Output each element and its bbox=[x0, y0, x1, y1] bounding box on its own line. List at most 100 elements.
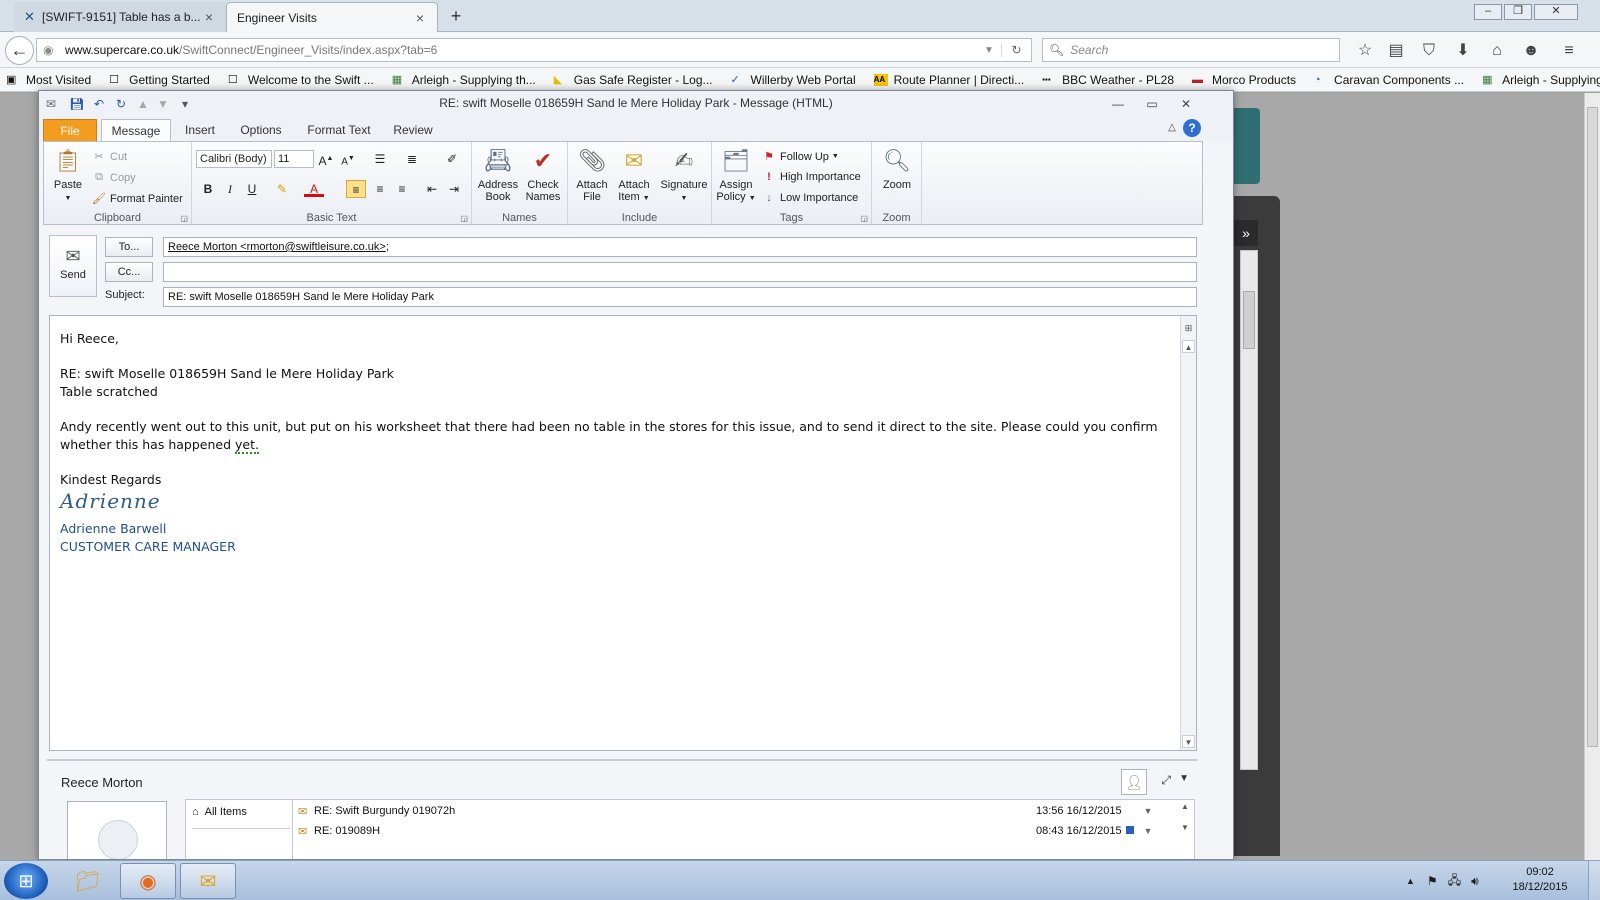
all-items-nav[interactable]: ⌂ All Items bbox=[192, 806, 247, 818]
bookmark-willerby[interactable]: ✓ Willerby Web Portal bbox=[731, 73, 856, 87]
grow-font-icon[interactable]: A▲ bbox=[316, 150, 336, 168]
spelling-flagged-word[interactable]: yet. bbox=[234, 437, 259, 454]
paste-button[interactable]: 📋︎ Paste ▼ bbox=[48, 146, 88, 205]
font-color-icon[interactable]: A bbox=[304, 180, 324, 197]
close-tab-icon[interactable]: × bbox=[413, 10, 427, 26]
page-collapse-icon[interactable]: » bbox=[1234, 220, 1258, 246]
scroll-thumb[interactable] bbox=[1587, 107, 1598, 747]
attach-item-button[interactable]: ✉︎ Attach Item ▼ bbox=[612, 146, 656, 205]
browser-tab-swift[interactable]: ✕ [SWIFT-9151] Table has a b... × bbox=[14, 2, 226, 32]
italic-button[interactable]: I bbox=[220, 180, 240, 198]
underline-button[interactable]: U bbox=[242, 180, 262, 198]
bookmark-most-visited[interactable]: ▣ Most Visited bbox=[6, 73, 91, 87]
close-message-button[interactable]: ✕ bbox=[1173, 95, 1199, 113]
signature-button[interactable]: ✍︎ Signature ▼ bbox=[658, 146, 710, 205]
chevron-down-icon[interactable]: ▼ bbox=[1179, 773, 1189, 784]
ruler-toggle-icon[interactable]: ⊞ bbox=[1182, 322, 1195, 335]
bookmark-caravan-components[interactable]: ◔ Caravan Components ... bbox=[1314, 73, 1464, 87]
low-importance-button[interactable]: ↓ Low Importance bbox=[762, 192, 858, 204]
check-names-button[interactable]: ✔︎ Check Names bbox=[522, 146, 564, 203]
download-icon[interactable]: ⬇ bbox=[1452, 40, 1474, 62]
recipient-chip[interactable]: Reece Morton <rmorton@swiftleisure.co.uk… bbox=[168, 241, 386, 253]
chevron-down-icon[interactable]: ▼ bbox=[1142, 826, 1154, 836]
numbering-icon[interactable]: ≣ bbox=[402, 150, 422, 168]
pocket-icon[interactable]: ⛉ bbox=[1418, 40, 1440, 62]
scroll-thumb[interactable] bbox=[1243, 291, 1255, 349]
browser-tab-engineer-visits[interactable]: Engineer Visits × bbox=[226, 2, 438, 32]
align-center-icon[interactable]: ≡ bbox=[370, 180, 390, 198]
new-tab-button[interactable]: + bbox=[446, 6, 466, 26]
tab-file[interactable]: File bbox=[43, 119, 97, 141]
volume-icon[interactable]: 🔊︎ bbox=[1471, 874, 1479, 889]
clear-formatting-icon[interactable]: ✐ bbox=[442, 150, 462, 168]
close-browser-button[interactable]: ✕ bbox=[1534, 4, 1578, 20]
network-icon[interactable]: 🖧︎ bbox=[1448, 871, 1461, 892]
font-name-combo[interactable]: Calibri (Body) bbox=[196, 150, 272, 168]
bookmark-gas-safe[interactable]: ◣ Gas Safe Register - Log... bbox=[554, 73, 713, 87]
explorer-taskbar-icon[interactable]: 📁︎ bbox=[60, 863, 116, 899]
tab-review[interactable]: Review bbox=[385, 119, 441, 141]
url-bar[interactable]: ◉ www.supercare.co.uk /SwiftConnect/Engi… bbox=[36, 38, 1032, 62]
chevron-down-icon[interactable]: ▼ bbox=[1142, 806, 1154, 816]
subject-field[interactable]: RE: swift Moselle 018659H Sand le Mere H… bbox=[163, 287, 1197, 307]
increase-indent-icon[interactable]: ⇥ bbox=[444, 180, 464, 198]
bookmark-arleigh-2[interactable]: ▦ Arleigh - Supplying th... bbox=[1482, 73, 1600, 87]
bookmark-welcome-swift[interactable]: ☐ Welcome to the Swift ... bbox=[228, 73, 374, 87]
help-icon[interactable]: ? bbox=[1183, 119, 1201, 137]
highlight-icon[interactable]: ✎ bbox=[272, 180, 292, 198]
start-button[interactable]: ⊞ bbox=[4, 863, 48, 899]
assign-policy-button[interactable]: 🗂︎ Assign Policy ▼ bbox=[714, 146, 758, 205]
close-tab-icon[interactable]: × bbox=[202, 9, 216, 25]
page-scrollbar[interactable] bbox=[1584, 93, 1600, 860]
cc-field[interactable] bbox=[163, 262, 1197, 282]
taskbar-clock[interactable]: 09:02 18/12/2015 bbox=[1502, 865, 1578, 895]
shrink-font-icon[interactable]: A▼ bbox=[338, 150, 358, 168]
contact-avatar-icon[interactable]: 👤︎ bbox=[1121, 769, 1147, 795]
page-inner-scrollbar[interactable] bbox=[1240, 250, 1258, 770]
expand-people-pane-icon[interactable]: ⤢ bbox=[1161, 773, 1171, 788]
address-book-button[interactable]: 📇︎ Address Book bbox=[476, 146, 520, 203]
reload-icon[interactable]: ↻ bbox=[1001, 43, 1031, 57]
font-size-combo[interactable]: 11 bbox=[274, 150, 314, 168]
outlook-taskbar-icon[interactable]: ✉ bbox=[180, 863, 236, 899]
show-desktop-button[interactable] bbox=[1588, 861, 1600, 900]
cut-button[interactable]: ✂ Cut bbox=[92, 150, 127, 164]
scroll-up-icon[interactable]: ▲ bbox=[1182, 340, 1195, 353]
tab-format-text[interactable]: Format Text bbox=[301, 119, 377, 141]
align-left-icon[interactable]: ≡ bbox=[346, 180, 366, 198]
follow-up-button[interactable]: ⚑ Follow Up ▼ bbox=[762, 150, 839, 164]
align-right-icon[interactable]: ≡ bbox=[392, 180, 412, 198]
message-body-editor[interactable]: Hi Reece, RE: swift Moselle 018659H Sand… bbox=[49, 315, 1197, 751]
url-dropdown-icon[interactable]: ▼ bbox=[977, 45, 1001, 56]
activity-list-scrollbar[interactable]: ▲ ▼ bbox=[1178, 802, 1192, 859]
bookmark-getting-started[interactable]: ☐ Getting Started bbox=[109, 73, 210, 87]
tab-insert[interactable]: Insert bbox=[175, 119, 225, 141]
copy-button[interactable]: ⧉ Copy bbox=[92, 171, 136, 184]
browser-search-input[interactable]: 🔍︎ Search bbox=[1042, 38, 1340, 62]
bookmark-arleigh-1[interactable]: ▦ Arleigh - Supplying th... bbox=[392, 73, 536, 87]
menu-icon[interactable]: ≡ bbox=[1558, 40, 1580, 62]
list-item[interactable]: ✉ RE: Swift Burgundy 019072h 13:56 16/12… bbox=[298, 802, 1154, 820]
restore-browser-button[interactable]: ❐ bbox=[1504, 4, 1532, 20]
back-button[interactable]: ← bbox=[5, 36, 34, 65]
cc-button[interactable]: Cc... bbox=[105, 262, 153, 282]
zoom-button[interactable]: 🔍︎ Zoom bbox=[876, 146, 918, 191]
decrease-indent-icon[interactable]: ⇤ bbox=[422, 180, 442, 198]
maximize-message-button[interactable]: ▭ bbox=[1139, 95, 1165, 113]
attach-file-button[interactable]: 📎︎ Attach File bbox=[572, 146, 612, 203]
bookmark-morco[interactable]: ▬ Morco Products bbox=[1192, 73, 1296, 87]
bold-button[interactable]: B bbox=[198, 180, 218, 198]
bookmark-star-icon[interactable]: ☆ bbox=[1354, 40, 1376, 62]
format-painter-button[interactable]: 🖌︎ Format Painter bbox=[92, 192, 183, 206]
nav-item-partial[interactable] bbox=[192, 828, 290, 834]
to-button[interactable]: To... bbox=[105, 237, 153, 257]
reading-list-icon[interactable]: ▤ bbox=[1385, 40, 1407, 62]
scroll-down-icon[interactable]: ▼ bbox=[1178, 823, 1192, 832]
minimize-browser-button[interactable]: – bbox=[1474, 4, 1502, 20]
send-button[interactable]: ✉ Send bbox=[49, 235, 97, 297]
bookmark-route-planner[interactable]: AA Route Planner | Directi... bbox=[873, 73, 1024, 87]
to-field[interactable]: Reece Morton <rmorton@swiftleisure.co.uk… bbox=[163, 237, 1197, 257]
dialog-launcher-icon[interactable]: ◲ bbox=[180, 214, 188, 223]
collapse-ribbon-icon[interactable]: △ bbox=[1159, 119, 1185, 137]
body-scrollbar[interactable]: ⊞ ▲ ▼ bbox=[1180, 316, 1196, 750]
